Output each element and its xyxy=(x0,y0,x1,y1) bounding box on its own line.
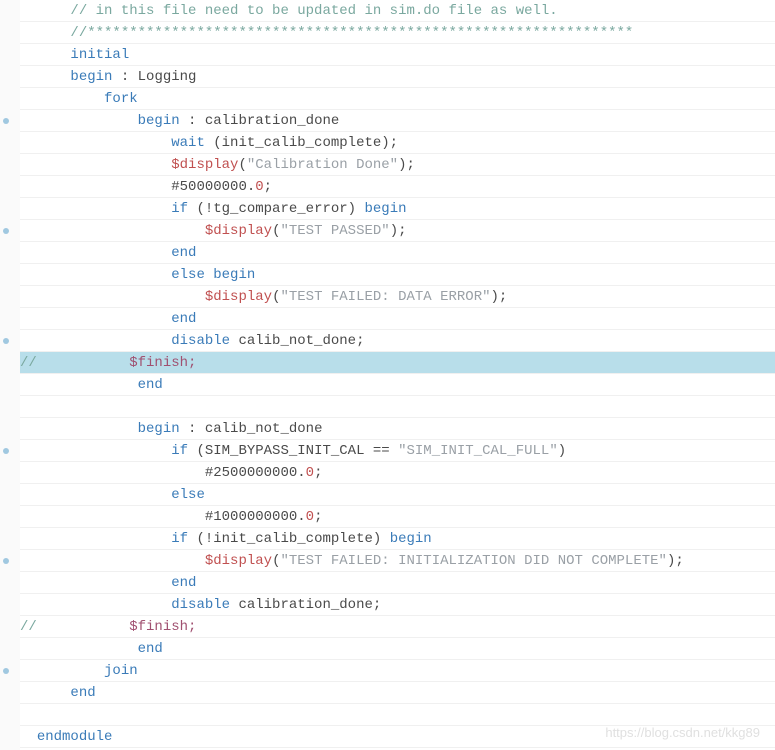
code-line[interactable]: // $finish; xyxy=(20,616,775,638)
gutter-marker xyxy=(3,668,9,674)
code-line[interactable]: join xyxy=(20,660,775,682)
code-line[interactable]: disable calibration_done; xyxy=(20,594,775,616)
code-line[interactable]: end xyxy=(20,308,775,330)
code-line[interactable]: $display("TEST PASSED"); xyxy=(20,220,775,242)
gutter-marker xyxy=(3,118,9,124)
code-line[interactable]: end xyxy=(20,638,775,660)
code-editor[interactable]: // in this file need to be updated in si… xyxy=(0,0,775,748)
code-line[interactable]: // $finish; xyxy=(20,352,775,374)
code-line[interactable]: wait (init_calib_complete); xyxy=(20,132,775,154)
gutter-marker xyxy=(3,558,9,564)
code-line[interactable]: begin : calib_not_done xyxy=(20,418,775,440)
code-line[interactable]: begin : calibration_done xyxy=(20,110,775,132)
code-line[interactable]: if (!init_calib_complete) begin xyxy=(20,528,775,550)
code-line[interactable]: //**************************************… xyxy=(20,22,775,44)
code-line[interactable]: else begin xyxy=(20,264,775,286)
code-line[interactable]: $display("TEST FAILED: DATA ERROR"); xyxy=(20,286,775,308)
code-line[interactable]: // in this file need to be updated in si… xyxy=(20,0,775,22)
code-line[interactable]: if (!tg_compare_error) begin xyxy=(20,198,775,220)
code-line[interactable]: else xyxy=(20,484,775,506)
code-line[interactable]: initial xyxy=(20,44,775,66)
code-line[interactable] xyxy=(20,396,775,418)
code-line[interactable] xyxy=(20,704,775,726)
code-line[interactable]: end xyxy=(20,682,775,704)
code-line[interactable]: end xyxy=(20,374,775,396)
code-line[interactable]: #1000000000.0; xyxy=(20,506,775,528)
code-line[interactable]: $display("Calibration Done"); xyxy=(20,154,775,176)
code-line[interactable]: $display("TEST FAILED: INITIALIZATION DI… xyxy=(20,550,775,572)
gutter-marker xyxy=(3,228,9,234)
code-line[interactable]: fork xyxy=(20,88,775,110)
gutter xyxy=(0,0,20,750)
watermark: https://blog.csdn.net/kkg89 xyxy=(605,725,760,740)
code-line[interactable]: end xyxy=(20,572,775,594)
code-line[interactable]: begin : Logging xyxy=(20,66,775,88)
code-line[interactable]: #2500000000.0; xyxy=(20,462,775,484)
code-line[interactable]: if (SIM_BYPASS_INIT_CAL == "SIM_INIT_CAL… xyxy=(20,440,775,462)
gutter-marker xyxy=(3,338,9,344)
code-line[interactable]: disable calib_not_done; xyxy=(20,330,775,352)
code-line[interactable]: end xyxy=(20,242,775,264)
gutter-marker xyxy=(3,448,9,454)
code-line[interactable]: #50000000.0; xyxy=(20,176,775,198)
